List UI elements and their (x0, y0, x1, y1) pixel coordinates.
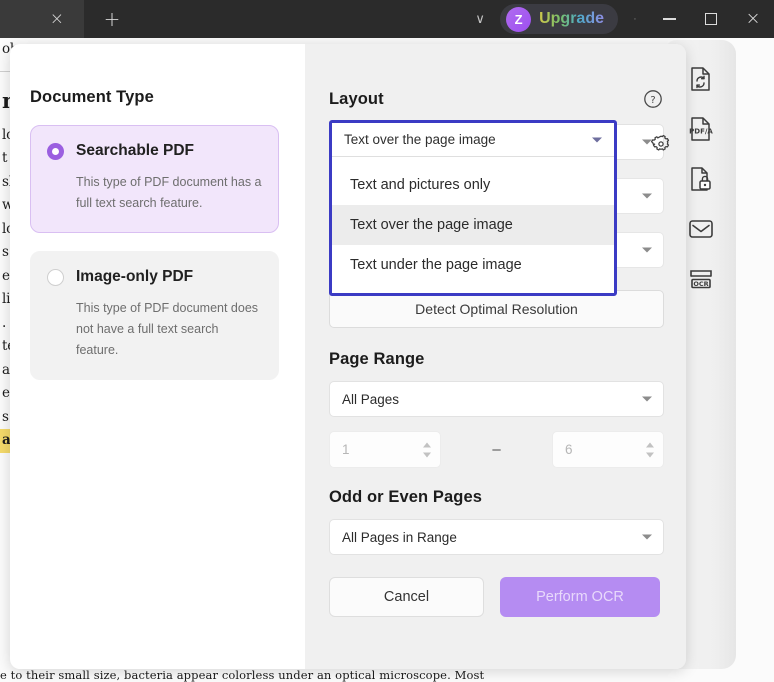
ocr-icon: OCR (688, 266, 714, 292)
chevron-down-icon[interactable]: ∨ (460, 0, 500, 38)
overflow-dots-icon[interactable]: · (622, 13, 648, 25)
page-range-to-input[interactable]: 6 (552, 431, 664, 468)
tab-label: s (0, 11, 8, 25)
email-pdf-icon (688, 218, 714, 240)
chevron-down-icon (642, 396, 652, 402)
dropdown-option-text-over-the-page-image[interactable]: Text over the page image (332, 205, 614, 245)
stepper-arrows[interactable] (423, 442, 431, 457)
layout-title: Layout (329, 89, 384, 108)
page-range-title: Page Range (329, 350, 425, 368)
to-value: 6 (565, 442, 573, 457)
maximize-icon (705, 13, 717, 25)
layout-settings-pane: Layout ? Text over the page image Text a… (305, 44, 686, 669)
radio-unselected-icon[interactable] (47, 268, 64, 286)
svg-text:OCR: OCR (693, 280, 708, 288)
stepper-down-icon[interactable] (646, 452, 654, 457)
minimize-button[interactable] (648, 0, 690, 38)
dialog-actions: Cancel Perform OCR (329, 577, 664, 617)
page-range-from-input[interactable]: 1 (329, 431, 441, 468)
svg-text:?: ? (650, 95, 655, 106)
document-type-title: Document Type (30, 88, 154, 106)
maximize-button[interactable] (690, 0, 732, 38)
layout-dropdown-list: Text and pictures only Text over the pag… (332, 157, 614, 293)
option-header: Searchable PDF (47, 142, 262, 160)
dropdown-option-text-under-the-page-image[interactable]: Text under the page image (332, 245, 614, 285)
from-value: 1 (342, 442, 350, 457)
new-tab-button[interactable]: + (84, 0, 140, 38)
layout-header: Layout ? (329, 88, 664, 110)
upgrade-button[interactable]: Z Upgrade (500, 4, 618, 34)
document-type-option-image-only-pdf[interactable]: Image-only PDF This type of PDF document… (30, 251, 279, 380)
protect-pdf-icon (689, 166, 713, 192)
odd-or-even-pages-select[interactable]: All Pages in Range (329, 519, 664, 555)
chevron-down-icon (642, 193, 652, 199)
odd-even-value: All Pages in Range (342, 529, 457, 545)
close-window-button[interactable]: × (732, 0, 774, 38)
odd-or-even-pages-title: Odd or Even Pages (329, 488, 482, 506)
document-type-option-searchable-pdf[interactable]: Searchable PDF This type of PDF document… (30, 125, 279, 233)
cancel-button[interactable]: Cancel (329, 577, 484, 617)
dropdown-option-text-and-pictures-only[interactable]: Text and pictures only (332, 165, 614, 205)
page-range-select[interactable]: All Pages (329, 381, 664, 417)
layout-dropdown-value: Text over the page image (344, 132, 496, 147)
option-header: Image-only PDF (47, 268, 262, 286)
layout-dropdown-open: Text over the page image Text and pictur… (329, 120, 617, 296)
option-title: Searchable PDF (76, 142, 195, 159)
help-icon[interactable]: ? (642, 88, 664, 110)
range-separator: – (492, 441, 501, 458)
title-bar: s × + ∨ Z Upgrade · × (0, 0, 774, 38)
option-description: This type of PDF document has a full tex… (76, 175, 262, 210)
radio-selected-icon[interactable] (47, 142, 64, 160)
chevron-down-icon (642, 247, 652, 253)
document-bottom-line: e to their small size, bacteria appear c… (0, 668, 485, 682)
stepper-up-icon[interactable] (646, 442, 654, 447)
option-description: This type of PDF document does not have … (76, 301, 259, 357)
minimize-icon (662, 18, 676, 20)
stepper-arrows[interactable] (646, 442, 654, 457)
close-tab-icon[interactable]: × (50, 10, 64, 28)
stepper-down-icon[interactable] (423, 452, 431, 457)
tab-strip: s × + (0, 0, 140, 38)
option-title: Image-only PDF (76, 268, 194, 285)
upgrade-badge-icon: Z (506, 6, 532, 32)
chevron-down-icon (642, 534, 652, 540)
page-range-value: All Pages (342, 391, 400, 407)
upgrade-label: Upgrade (539, 10, 604, 27)
perform-ocr-button[interactable]: Perform OCR (500, 577, 660, 617)
svg-text:PDF/A: PDF/A (689, 128, 713, 136)
convert-pdf-icon (689, 66, 713, 92)
stepper-up-icon[interactable] (423, 442, 431, 447)
close-icon: × (745, 8, 761, 29)
document-type-pane: Document Type Searchable PDF This type o… (10, 44, 305, 669)
browser-tab[interactable]: s × (0, 0, 84, 38)
app-root: ob n( lo t a sh w lo s' en li . te a e: … (0, 0, 774, 682)
layout-dropdown-trigger[interactable]: Text over the page image (332, 123, 614, 157)
ocr-settings-dialog: Document Type Searchable PDF This type o… (10, 44, 686, 669)
page-range-spinners: 1 – 6 (329, 431, 664, 468)
gear-icon[interactable] (650, 133, 672, 155)
chevron-down-icon (592, 137, 602, 142)
pdfa-icon: PDF/A (688, 116, 714, 142)
